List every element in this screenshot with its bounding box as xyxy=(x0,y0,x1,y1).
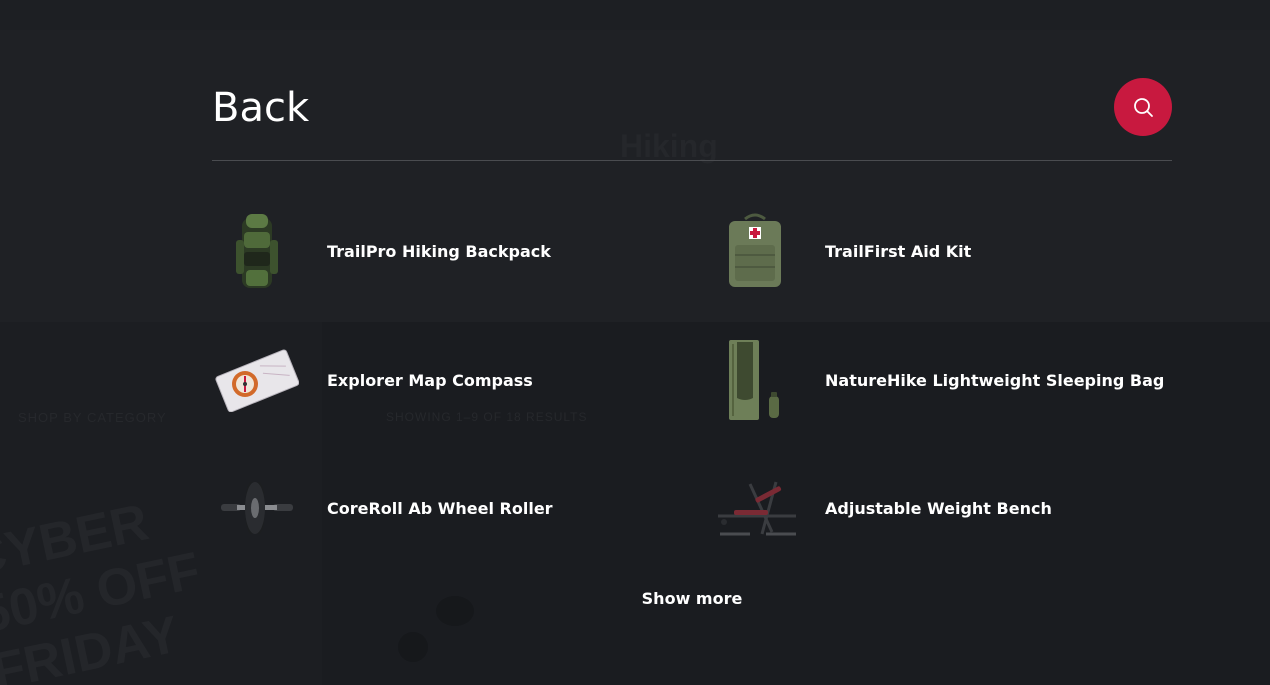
search-result-item[interactable]: NatureHike Lightweight Sleeping Bag xyxy=(710,335,1180,425)
weight-bench-image xyxy=(710,463,800,553)
result-name: TrailFirst Aid Kit xyxy=(825,241,972,261)
sleeping-bag-image xyxy=(710,335,800,425)
backpack-image xyxy=(212,206,302,296)
back-button[interactable]: Back xyxy=(212,84,309,132)
result-name: NatureHike Lightweight Sleeping Bag xyxy=(825,370,1165,390)
page: Hiking SHOP BY CATEGORY SHOWING 1–9 OF 1… xyxy=(0,0,1270,685)
result-name: Adjustable Weight Bench xyxy=(825,498,1052,518)
show-more-button[interactable]: Show more xyxy=(212,589,1172,608)
search-result-item[interactable]: CoreRoll Ab Wheel Roller xyxy=(212,463,682,553)
search-result-item[interactable]: Explorer Map Compass xyxy=(212,335,682,425)
search-icon xyxy=(1134,98,1153,117)
background-decoration xyxy=(398,632,428,662)
search-header: Back xyxy=(212,78,1172,161)
search-result-item[interactable]: TrailPro Hiking Backpack xyxy=(212,206,682,296)
background-sidebar-text: SHOP BY CATEGORY xyxy=(18,410,167,425)
first-aid-kit-image xyxy=(710,206,800,296)
result-name: TrailPro Hiking Backpack xyxy=(327,241,551,261)
result-name: CoreRoll Ab Wheel Roller xyxy=(327,498,553,518)
result-name: Explorer Map Compass xyxy=(327,370,533,390)
search-button[interactable] xyxy=(1114,78,1172,136)
search-result-item[interactable]: TrailFirst Aid Kit xyxy=(710,206,1180,296)
search-result-item[interactable]: Adjustable Weight Bench xyxy=(710,463,1180,553)
ab-wheel-image xyxy=(212,463,302,553)
compass-image xyxy=(212,335,302,425)
background-topbar xyxy=(0,0,1270,30)
search-overlay: Back TrailPro Hiking Backpack TrailFirst… xyxy=(212,78,1172,608)
